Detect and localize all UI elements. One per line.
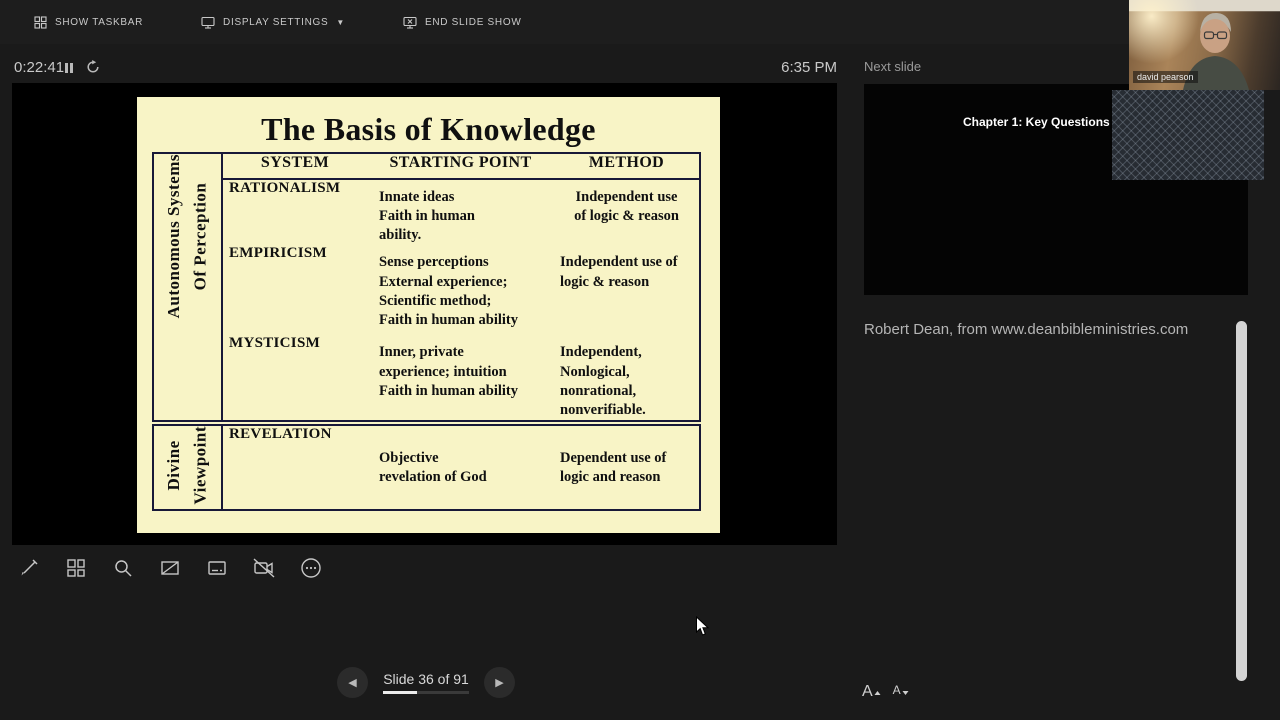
- slide-title: The Basis of Knowledge: [261, 111, 596, 147]
- zoom-slide-button[interactable]: [106, 551, 140, 585]
- black-screen-button[interactable]: [153, 551, 187, 585]
- webcam-name-label: david pearson: [1133, 71, 1198, 83]
- system-name: EMPIRICISM: [229, 245, 328, 262]
- group-label-divine: Divine Viewpoint: [153, 419, 223, 511]
- starting-point-cell: Innate ideas Faith in human ability.: [379, 189, 475, 244]
- increase-font-button[interactable]: A: [862, 683, 881, 701]
- table-row-rationalism: RATIONALISM Innate ideas Faith in human …: [153, 179, 700, 245]
- end-slide-show-label: END SLIDE SHOW: [424, 16, 522, 28]
- more-options-button[interactable]: [294, 551, 328, 585]
- show-taskbar-label: SHOW TASKBAR: [55, 16, 144, 28]
- table-row-empiricism: EMPIRICISM Sense perceptions External ex…: [153, 245, 700, 335]
- system-name: RATIONALISM: [229, 180, 341, 196]
- pen-tool-button[interactable]: [12, 551, 46, 585]
- decrease-font-button[interactable]: A: [893, 683, 909, 701]
- restart-timer-button[interactable]: [86, 60, 100, 79]
- display-settings-button[interactable]: DISPLAY SETTINGS ▼: [201, 16, 345, 29]
- table-row-mysticism: MYSTICISM Inner, private experience; int…: [153, 335, 700, 423]
- next-slide-button[interactable]: ▶: [484, 667, 515, 698]
- system-name: REVELATION: [222, 419, 367, 511]
- see-all-slides-button[interactable]: [59, 551, 93, 585]
- method-cell: Independent use of logic & reason: [574, 189, 679, 225]
- slide-progress-fill: [383, 691, 418, 694]
- mouse-cursor: [695, 615, 710, 642]
- column-header-starting-point: STARTING POINT: [367, 153, 554, 180]
- decrease-font-label: A: [892, 683, 901, 697]
- starting-point-cell: Objective revelation of God: [367, 419, 554, 511]
- notes-font-controls: A A: [862, 683, 909, 701]
- method-cell: Independent, Nonlogical, nonrational, no…: [560, 344, 646, 418]
- notes-scrollbar[interactable]: [1236, 321, 1247, 681]
- next-slide-heading: Next slide: [864, 59, 922, 74]
- slide-stage: The Basis of Knowledge Autonomous System…: [12, 83, 837, 545]
- slide-counter: Slide 36 of 91: [383, 671, 469, 687]
- starting-point-cell: Inner, private experience; intuition Fai…: [379, 344, 518, 399]
- caret-up-icon: [874, 683, 881, 701]
- column-header-method: METHOD: [554, 153, 700, 180]
- method-cell: Dependent use of logic and reason: [554, 419, 700, 511]
- video-placeholder-hatch: [1112, 90, 1264, 180]
- column-header-system: SYSTEM: [222, 153, 367, 180]
- next-slide-title: Chapter 1: Key Questions: [963, 115, 1110, 129]
- pause-timer-button[interactable]: [64, 61, 74, 79]
- presenter-top-bar: SHOW TASKBAR DISPLAY SETTINGS ▼ END SLID…: [0, 0, 1280, 44]
- end-show-icon: [403, 16, 417, 29]
- slide-navigation: ◀ Slide 36 of 91 ▶: [337, 667, 515, 698]
- slide-progress-bar: [383, 691, 469, 694]
- slideshow-toolbar: [12, 551, 328, 585]
- current-slide: The Basis of Knowledge Autonomous System…: [137, 97, 720, 533]
- display-settings-label: DISPLAY SETTINGS: [223, 16, 329, 28]
- speaker-notes: Robert Dean, from www.deanbibleministrie…: [864, 321, 1189, 338]
- camera-off-button[interactable]: [247, 551, 281, 585]
- previous-arrow-icon: ◀: [348, 677, 357, 689]
- elapsed-timer: 0:22:41: [14, 59, 65, 76]
- presenter-webcam-video[interactable]: david pearson: [1129, 0, 1280, 90]
- end-slide-show-button[interactable]: END SLIDE SHOW: [403, 16, 521, 29]
- method-cell: Independent use of logic & reason: [560, 254, 678, 290]
- table-header-row: Autonomous Systems Of Perception SYSTEM …: [153, 153, 700, 423]
- starting-point-cell: Sense perceptions External experience; S…: [379, 254, 518, 328]
- table-row-revelation: Divine Viewpoint REVELATION Objective re…: [153, 419, 700, 511]
- caret-down-icon: [902, 683, 909, 701]
- display-icon: [201, 16, 215, 29]
- show-taskbar-button[interactable]: SHOW TASKBAR: [34, 15, 144, 29]
- system-name: MYSTICISM: [229, 335, 321, 352]
- taskbar-icon: [34, 15, 47, 29]
- current-time: 6:35 PM: [781, 59, 837, 76]
- knowledge-table: Autonomous Systems Of Perception SYSTEM …: [152, 152, 701, 512]
- group-label-autonomous: Autonomous Systems Of Perception: [153, 153, 223, 423]
- previous-slide-button[interactable]: ◀: [337, 667, 368, 698]
- next-arrow-icon: ▶: [495, 677, 504, 689]
- subtitles-button[interactable]: [200, 551, 234, 585]
- increase-font-label: A: [862, 683, 873, 700]
- chevron-down-icon: ▼: [336, 17, 345, 27]
